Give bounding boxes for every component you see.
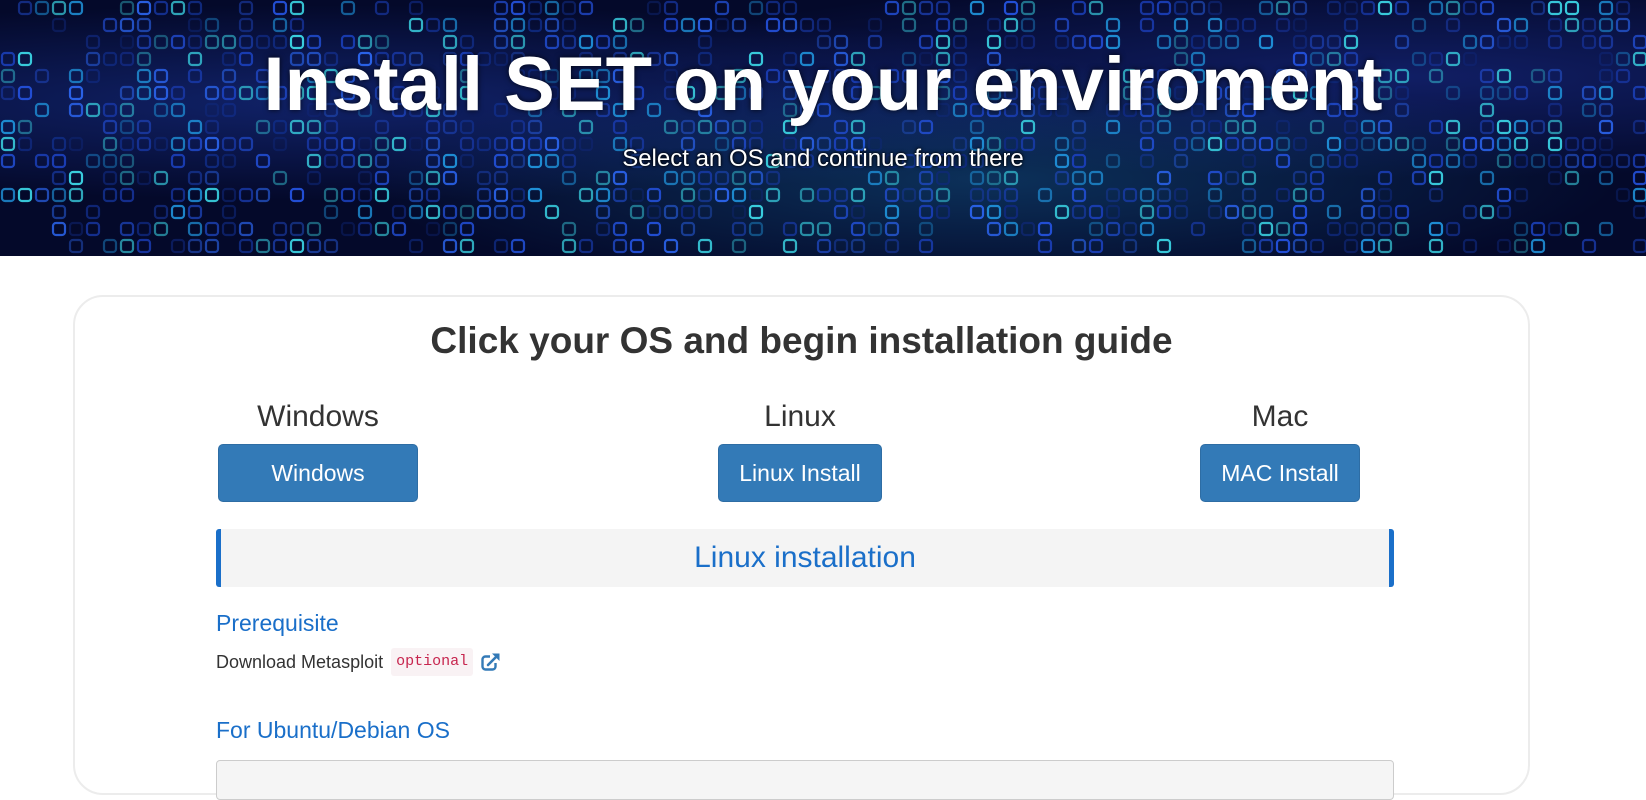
download-metasploit-text: Download Metasploit <box>216 652 384 672</box>
linux-install-button[interactable]: Linux Install <box>718 444 882 502</box>
os-name-linux: Linux <box>764 400 836 433</box>
page-subtitle: Select an OS and continue from there <box>622 145 1024 172</box>
external-link-icon[interactable] <box>481 652 502 672</box>
ubuntu-debian-heading: For Ubuntu/Debian OS <box>216 717 450 743</box>
os-option-linux: Linux Linux Install <box>705 400 895 502</box>
mac-install-button[interactable]: MAC Install <box>1200 444 1360 502</box>
os-option-mac: Mac MAC Install <box>1180 400 1380 502</box>
optional-tag: optional <box>391 648 474 676</box>
os-name-windows: Windows <box>257 400 379 433</box>
download-metasploit-line: Download Metasploit optional <box>216 648 502 676</box>
linux-installation-header: Linux installation <box>216 529 1394 587</box>
ubuntu-command-block <box>216 760 1394 800</box>
os-name-mac: Mac <box>1251 400 1309 433</box>
card-title: Click your OS and begin installation gui… <box>430 320 1173 361</box>
binary-grid-background <box>0 0 1646 254</box>
os-option-windows: Windows Windows Install <box>218 400 418 542</box>
windows-install-button[interactable]: Windows Install <box>218 444 418 542</box>
hero-banner: Install SET on your enviroment Select an… <box>0 0 1646 256</box>
page-title: Install SET on your enviroment <box>263 42 1383 127</box>
install-guide-card: Click your OS and begin installation gui… <box>73 295 1530 800</box>
prerequisite-heading: Prerequisite <box>216 610 339 636</box>
